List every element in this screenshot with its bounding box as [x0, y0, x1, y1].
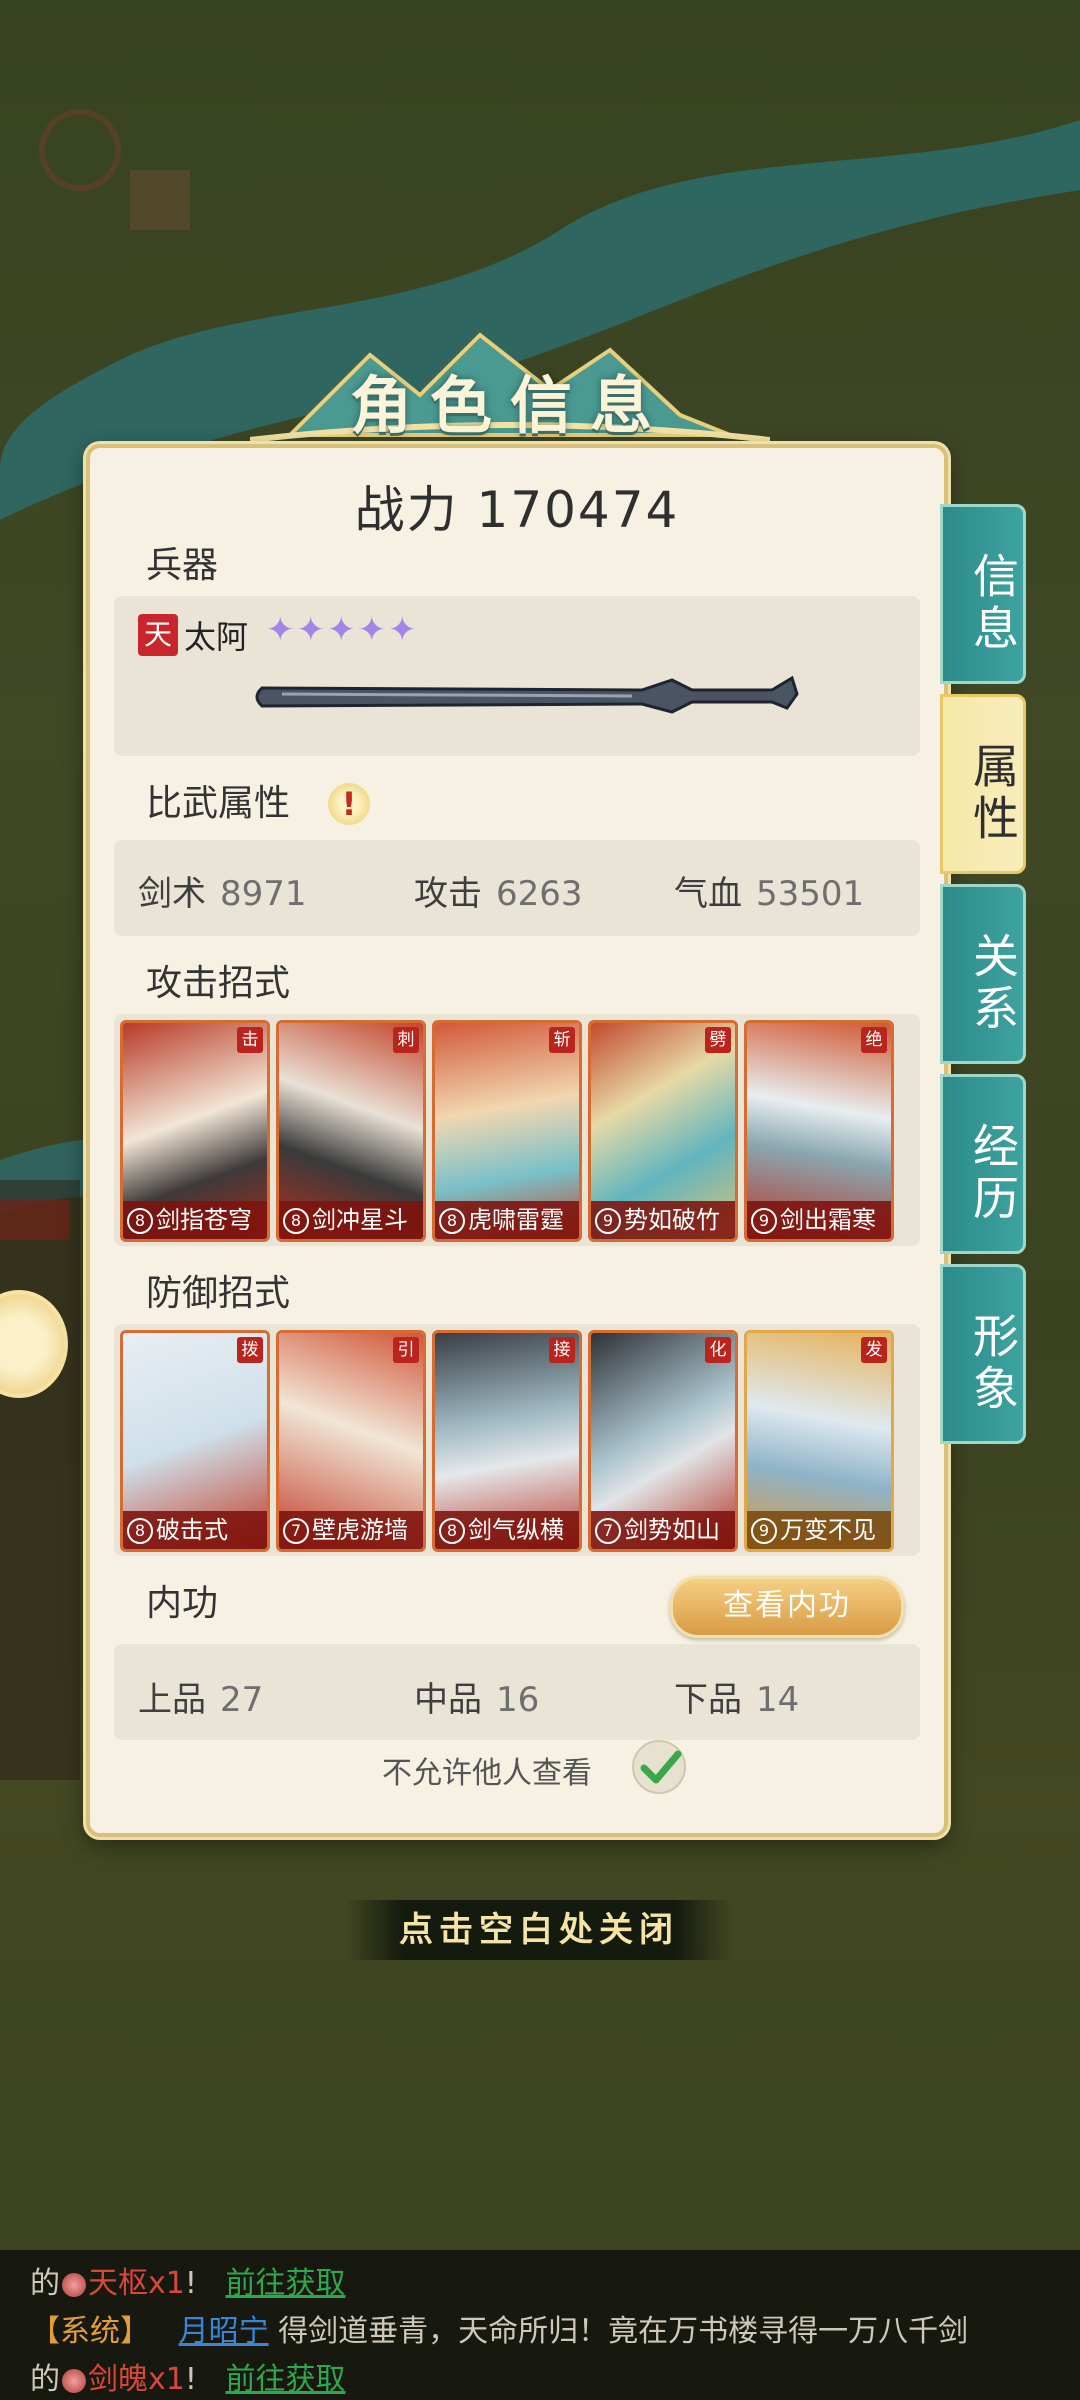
attack-card[interactable]: 绝 9 剑出霜寒 [744, 1020, 894, 1242]
attack-card[interactable]: 击 8 剑指苍穹 [120, 1020, 270, 1242]
exclamation-icon[interactable]: ! [328, 783, 370, 825]
close-hint[interactable]: 点击空白处关闭 [346, 1900, 732, 1960]
privacy-checkbox[interactable] [632, 1740, 686, 1794]
section-weapon-label: 兵器 [112, 540, 413, 592]
defense-card[interactable]: 发 9 万变不见 [744, 1330, 894, 1552]
attack-card[interactable]: 劈 9 势如破竹 [588, 1020, 738, 1242]
chat-line-3: 的剑魄x1! 前往获取 [30, 2362, 346, 2397]
grade-top: 上品 27 [138, 1680, 264, 1720]
section-defense-moves-label: 防御招式 [112, 1268, 413, 1320]
view-inner-skill-button[interactable]: 查看内功 [670, 1576, 904, 1638]
weapon-name: 太阿 [184, 618, 249, 656]
privacy-label: 不允许他人查看 [382, 1756, 592, 1791]
attack-card[interactable]: 刺 8 剑冲星斗 [276, 1020, 426, 1242]
attack-card[interactable]: 斩 8 虎啸雷霆 [432, 1020, 582, 1242]
weapon-tier-badge: 天 [138, 614, 178, 656]
character-info-panel: 战力 170474 兵器 天 太阿 ✦✦✦✦✦ 比武属性 ! 剑术 8971 攻击… [86, 444, 948, 1837]
defense-card[interactable]: 化 7 剑势如山 [588, 1330, 738, 1552]
user-link[interactable]: 月昭宁 [179, 2314, 269, 2349]
weapon-box[interactable]: 天 太阿 ✦✦✦✦✦ [114, 596, 920, 756]
tab-attributes[interactable]: 属性 [940, 694, 1026, 874]
defense-card[interactable]: 引 7 壁虎游墙 [276, 1330, 426, 1552]
section-combat-attrs-label: 比武属性 [112, 778, 413, 830]
stats-box: 剑术 8971 攻击 6263 气血 53501 [114, 840, 920, 936]
gem-icon [62, 2272, 86, 2297]
stat-attack: 攻击 6263 [414, 874, 583, 914]
grade-low: 下品 14 [674, 1680, 800, 1720]
defense-card[interactable]: 接 8 剑气纵横 [432, 1330, 582, 1552]
stat-hp: 气血 53501 [674, 874, 865, 914]
title-banner: 角色信息 [250, 315, 770, 445]
tab-info[interactable]: 信息 [940, 504, 1026, 684]
grade-mid: 中品 16 [414, 1680, 540, 1720]
chat-ticker[interactable]: 的天枢x1! 前往获取 【系统】 月昭宁 得剑道垂青，天命所归！竟在万书楼寻得一… [0, 2250, 1080, 2400]
checkmark-icon [640, 1750, 682, 1784]
chat-line-2: 【系统】 月昭宁 得剑道垂青，天命所归！竟在万书楼寻得一万八千剑 [30, 2314, 969, 2349]
go-obtain-link[interactable]: 前往获取 [225, 2362, 345, 2397]
attack-cards-row: 击 8 剑指苍穹 刺 8 剑冲星斗 斩 8 虎啸雷霆 劈 9 势如破竹 绝 9 剑出霜寒 [114, 1014, 920, 1246]
chat-line-1: 的天枢x1! 前往获取 [30, 2266, 346, 2301]
tab-history[interactable]: 经历 [940, 1074, 1026, 1254]
gem-icon [62, 2368, 86, 2393]
stat-swordsmanship: 剑术 8971 [138, 874, 307, 914]
combat-power: 战力 170474 [354, 481, 680, 539]
section-attack-moves-label: 攻击招式 [112, 958, 413, 1010]
tab-appearance[interactable]: 形象 [940, 1264, 1026, 1444]
go-obtain-link[interactable]: 前往获取 [225, 2266, 345, 2301]
defense-card[interactable]: 拨 8 破击式 [120, 1330, 270, 1552]
section-inner-skill-label: 内功 [112, 1578, 413, 1630]
inner-grades-box: 上品 27 中品 16 下品 14 [114, 1644, 920, 1740]
defense-cards-row: 拨 8 破击式 引 7 壁虎游墙 接 8 剑气纵横 化 7 剑势如山 发 9 万变不见 [114, 1324, 920, 1556]
sword-icon [255, 675, 799, 714]
tab-relations[interactable]: 关系 [940, 884, 1026, 1064]
page-title: 角色信息 [349, 369, 670, 442]
weapon-stars: ✦✦✦✦✦ [266, 610, 419, 650]
